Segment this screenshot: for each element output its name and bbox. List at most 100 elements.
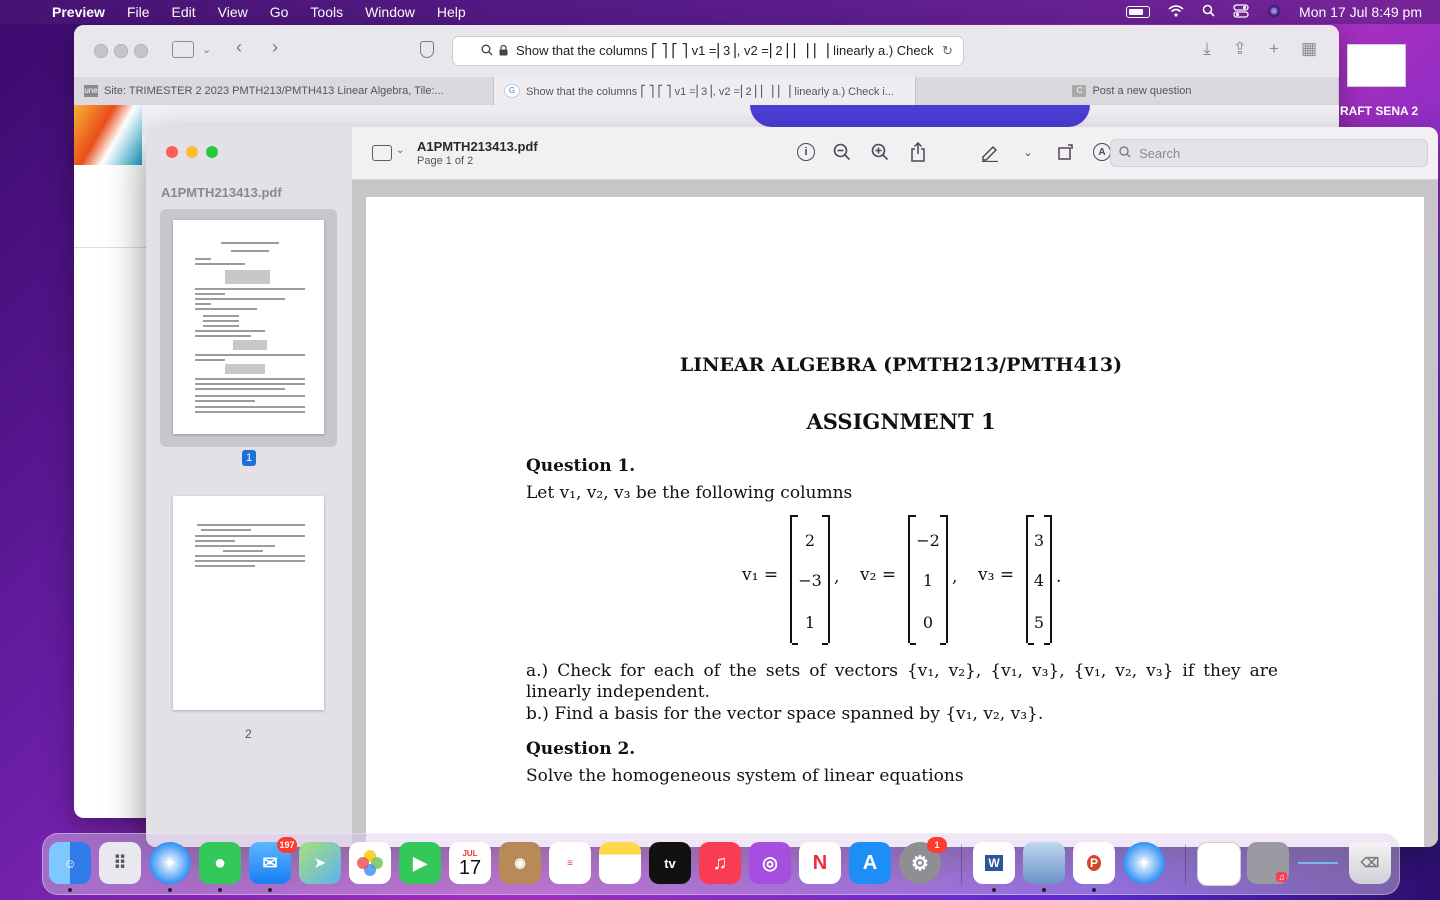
- dock: ☺ ⠿ ✦ ● ✉ 197 ➤ ▶ JUL 17 ◉ ≡ tv ♫ ◎ N A ⚙…: [42, 833, 1400, 895]
- vector-matrix: −2 1 0: [908, 515, 948, 645]
- lock-icon: [499, 44, 508, 59]
- preview-tools: i ⌄ A: [797, 141, 1111, 163]
- close-button[interactable]: [166, 146, 178, 158]
- word-icon[interactable]: W: [973, 842, 1015, 884]
- messages-icon[interactable]: ●: [199, 842, 241, 884]
- safari-window-controls[interactable]: [94, 44, 154, 63]
- menu-help[interactable]: Help: [437, 4, 466, 20]
- desktop-file-label[interactable]: RAFT SENA 2: [1340, 104, 1418, 118]
- preview-toolbar: ⌄ A1PMTH213413.pdf Page 1 of 2 i ⌄ A Sea…: [352, 127, 1438, 180]
- forward-icon[interactable]: ›: [272, 37, 278, 58]
- question-2-heading: Question 2.: [526, 739, 636, 759]
- powerpoint-icon[interactable]: P: [1073, 842, 1115, 884]
- tab-google-search[interactable]: G Show that the columns ⎡ ⎤ ⎡ ⎤ v1 =⎢3⎥,…: [494, 77, 916, 105]
- tab-chegg-post[interactable]: C Post a new question: [916, 77, 1339, 105]
- search-icon: [1119, 145, 1133, 161]
- documents-stack-icon[interactable]: [1197, 842, 1241, 886]
- news-icon[interactable]: N: [799, 842, 841, 884]
- matrix-cell: 4: [1033, 571, 1045, 590]
- music-folder-icon[interactable]: ♫: [1247, 842, 1289, 884]
- zoom-out-icon[interactable]: [831, 141, 853, 163]
- reload-icon[interactable]: ↻: [942, 43, 953, 59]
- music-icon[interactable]: ♫: [699, 842, 741, 884]
- tab-label: Post a new question: [1092, 85, 1192, 97]
- separator: ,: [834, 567, 840, 587]
- photos-icon[interactable]: [349, 842, 391, 884]
- page-1-thumbnail-selection[interactable]: [160, 209, 337, 447]
- share-icon[interactable]: [907, 141, 929, 163]
- launchpad-icon[interactable]: ⠿: [99, 842, 141, 884]
- zoom-in-icon[interactable]: [869, 141, 891, 163]
- web-page-image: [74, 105, 142, 165]
- annotate-icon[interactable]: A: [1093, 143, 1111, 161]
- rotate-icon[interactable]: [1055, 141, 1077, 163]
- info-icon[interactable]: i: [797, 143, 815, 161]
- search-field[interactable]: Search: [1110, 139, 1428, 167]
- menu-app-preview[interactable]: Preview: [52, 4, 105, 20]
- calendar-icon[interactable]: JUL 17: [449, 842, 491, 884]
- tv-icon[interactable]: tv: [649, 842, 691, 884]
- app-store-icon[interactable]: A: [849, 842, 891, 884]
- menu-view[interactable]: View: [218, 4, 248, 20]
- facetime-icon[interactable]: ▶: [399, 842, 441, 884]
- calendar-day: 17: [458, 856, 482, 879]
- address-bar[interactable]: Show that the columns ⎡ ⎤ ⎡ ⎤ v1 =⎢3⎥, v…: [452, 36, 964, 66]
- safari-toolbar: ⌄ ‹ › Show that the columns ⎡ ⎤ ⎡ ⎤ v1 =…: [74, 25, 1339, 77]
- menu-file[interactable]: File: [127, 4, 150, 20]
- mail-badge: 197: [277, 837, 297, 853]
- reminders-icon[interactable]: ≡: [549, 842, 591, 884]
- minimize-button[interactable]: [186, 146, 198, 158]
- matrix-cell: −2: [916, 531, 940, 550]
- question-1-part-b: b.) Find a basis for the vector space sp…: [526, 704, 1044, 724]
- tab-overview-icon[interactable]: ▦: [1301, 39, 1317, 59]
- podcasts-icon[interactable]: ◎: [749, 842, 791, 884]
- siri-icon[interactable]: [1267, 4, 1281, 21]
- share-icon[interactable]: ⇪: [1233, 39, 1247, 59]
- menu-edit[interactable]: Edit: [172, 4, 196, 20]
- mail-icon[interactable]: ✉ 197: [249, 837, 297, 884]
- wifi-icon[interactable]: [1168, 4, 1184, 20]
- safari-sidebar-icon[interactable]: [172, 41, 194, 58]
- document-title[interactable]: A1PMTH213413.pdf: [417, 139, 538, 154]
- chevron-down-icon[interactable]: ⌄: [202, 43, 211, 56]
- menu-tools[interactable]: Tools: [310, 4, 343, 20]
- tab-une-site[interactable]: une Site: TRIMESTER 2 2023 PMTH213/PMTH4…: [74, 77, 494, 105]
- zoom-button[interactable]: [206, 146, 218, 158]
- battery-icon[interactable]: [1126, 6, 1151, 18]
- vector-definitions: v₁ = 2 −3 1 , v₂ = −2 1 0 , v₃ = 3 4 5 .: [742, 515, 1438, 645]
- page-2-thumbnail[interactable]: [173, 496, 324, 710]
- desktop-screenshot-thumbnail[interactable]: [1347, 44, 1406, 87]
- preview-icon[interactable]: [1023, 842, 1065, 884]
- document-view[interactable]: LINEAR ALGEBRA (PMTH213/PMTH413) ASSIGNM…: [352, 180, 1438, 847]
- menu-window[interactable]: Window: [365, 4, 415, 20]
- finder-icon[interactable]: ☺: [49, 842, 91, 884]
- maps-icon[interactable]: ➤: [299, 842, 341, 884]
- contacts-icon[interactable]: ◉: [499, 842, 541, 884]
- vector-label: v₁ =: [742, 565, 779, 585]
- page-1-thumbnail[interactable]: [173, 220, 324, 434]
- tv-label: tv: [664, 855, 676, 871]
- search-icon: [481, 44, 493, 59]
- system-settings-icon[interactable]: ⚙ 1: [899, 837, 947, 884]
- menu-go[interactable]: Go: [270, 4, 289, 20]
- question-1-part-a: a.) Check for each of the sets of vector…: [526, 661, 1278, 702]
- safari-technology-icon[interactable]: ✦: [1123, 842, 1165, 884]
- notes-icon[interactable]: [599, 842, 641, 884]
- back-icon[interactable]: ‹: [236, 37, 242, 58]
- privacy-shield-icon[interactable]: [420, 41, 434, 58]
- clock[interactable]: Mon 17 Jul 8:49 pm: [1299, 4, 1422, 20]
- chevron-down-icon[interactable]: ⌄: [396, 145, 404, 156]
- downloads-icon[interactable]: ⤓: [1203, 39, 1211, 59]
- downloads-stack-icon[interactable]: [1297, 842, 1339, 884]
- spotlight-search-icon[interactable]: [1202, 4, 1215, 20]
- sidebar-toggle-icon[interactable]: [372, 145, 392, 161]
- status-area: Mon 17 Jul 8:49 pm: [1126, 0, 1422, 24]
- chegg-favicon-icon: C: [1072, 85, 1087, 97]
- safari-icon[interactable]: ✦: [149, 842, 191, 884]
- trash-icon[interactable]: ⌫: [1349, 842, 1391, 884]
- matrix-cell: 2: [804, 531, 816, 550]
- control-center-icon[interactable]: [1233, 3, 1249, 21]
- chevron-down-icon[interactable]: ⌄: [1017, 141, 1039, 163]
- markup-pen-icon[interactable]: [979, 141, 1001, 163]
- new-tab-icon[interactable]: +: [1269, 39, 1279, 59]
